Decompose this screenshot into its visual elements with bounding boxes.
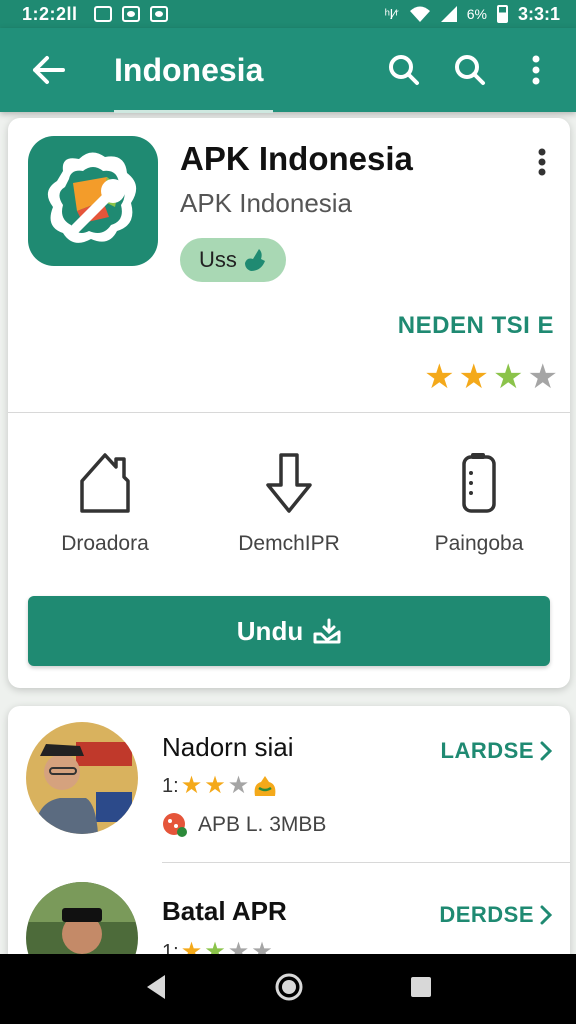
page-title: Indonesia <box>114 51 274 113</box>
person-photo <box>26 722 138 834</box>
update-link[interactable]: NEDEN TSI E <box>398 312 554 340</box>
back-button[interactable] <box>24 46 72 94</box>
download-hand-icon <box>313 618 341 644</box>
download-button-label: Undu <box>236 615 304 646</box>
feature-label: Droadora <box>61 532 149 555</box>
app-notification-icon <box>149 6 168 22</box>
star-filled-icon: ★ <box>424 358 455 396</box>
search-icon <box>455 55 485 85</box>
phone-icon <box>462 453 496 513</box>
divider <box>162 862 570 863</box>
avatar <box>26 722 138 834</box>
more-vert-icon <box>538 148 546 176</box>
item-meta-text: APB L. 3MBB <box>198 813 327 836</box>
overflow-menu-button[interactable] <box>514 48 558 92</box>
home-icon <box>80 453 130 513</box>
star-filled-icon: ★ <box>458 358 490 396</box>
nav-back-button[interactable] <box>143 973 169 1006</box>
square-recents-icon <box>411 976 432 997</box>
tag-chip-label: Uss <box>199 247 237 272</box>
download-button[interactable]: Undu <box>28 596 550 666</box>
feature-home[interactable]: Droadora <box>20 448 190 556</box>
app-bar: Indonesia <box>0 28 576 113</box>
item-title: Nadorn siai <box>162 732 294 762</box>
feature-device[interactable]: Paingoba <box>394 448 564 556</box>
battery-percent: 6% <box>466 6 487 22</box>
app-icon[interactable] <box>28 136 158 266</box>
list-item[interactable]: Batal APR 1: ★ ★ ★ ★ DERDSE <box>8 868 570 966</box>
app-name: APK Indonesia <box>180 140 413 177</box>
search-icon <box>389 55 419 85</box>
rating-stars: ★ ★ ★ ★ <box>424 360 558 394</box>
download-arrow-icon <box>266 453 312 513</box>
item-action-link[interactable]: LARDSE <box>441 738 552 764</box>
wifi-icon <box>409 6 430 22</box>
triangle-back-icon <box>146 974 165 999</box>
star-partial-icon: ★ <box>493 358 524 396</box>
status-bar: 1:2:2ll ʰl⁄ʳ 6% 3:3:1 <box>0 0 576 28</box>
item-action-label: LARDSE <box>440 738 534 763</box>
card-menu-button[interactable] <box>526 142 558 182</box>
app-logo-icon <box>47 152 137 243</box>
app-subtitle: APK Indonesia <box>180 188 353 218</box>
app-detail-card: APK Indonesia APK Indonesia Uss NEDEN TS… <box>8 118 570 688</box>
nav-home-button[interactable] <box>274 972 304 1007</box>
star-empty-icon: ★ <box>527 358 558 396</box>
item-meta: APB L. 3MBB <box>162 812 326 838</box>
status-clock-right: 3:3:1 <box>517 3 560 24</box>
app-badge-icon <box>163 813 187 837</box>
signal-text: ʰl⁄ʳ <box>384 6 399 22</box>
battery-icon <box>496 5 508 23</box>
tag-chip[interactable]: Uss <box>180 238 286 282</box>
star-filled-icon: ★ <box>204 772 226 799</box>
nav-recents-button[interactable] <box>409 975 433 1004</box>
list-item[interactable]: Nadorn siai 1: ★ ★ ★ APB L. 3MBB LARDSE <box>8 706 570 866</box>
cell-signal-icon <box>440 6 457 22</box>
camera-icon <box>121 6 140 22</box>
divider <box>8 412 570 413</box>
item-action-label: DERDSE <box>439 902 534 927</box>
circle-home-icon <box>275 973 303 1000</box>
feature-download[interactable]: DemchIPR <box>204 448 374 556</box>
item-title: Batal APR <box>162 896 287 926</box>
chevron-right-icon <box>540 905 552 925</box>
feature-label: Paingoba <box>434 532 524 555</box>
hand-pointer-icon <box>244 249 265 271</box>
feature-label: DemchIPR <box>238 532 340 555</box>
system-nav-bar <box>0 954 576 1024</box>
badge-icon <box>254 776 276 796</box>
item-rating: 1: ★ ★ ★ <box>162 774 279 798</box>
star-filled-icon: ★ <box>180 772 203 799</box>
search-button[interactable] <box>382 48 426 92</box>
notification-icon <box>93 6 112 22</box>
status-time: 1:2:2ll <box>22 3 78 24</box>
star-empty-icon: ★ <box>227 772 250 799</box>
app-list-card: Nadorn siai 1: ★ ★ ★ APB L. 3MBB LARDSE <box>8 706 570 966</box>
rating-prefix: 1: <box>162 774 179 797</box>
more-vert-icon <box>532 55 540 85</box>
arrow-left-icon <box>33 56 65 84</box>
chevron-right-icon <box>540 741 552 761</box>
item-action-link[interactable]: DERDSE <box>439 902 552 928</box>
search-button-secondary[interactable] <box>448 48 492 92</box>
